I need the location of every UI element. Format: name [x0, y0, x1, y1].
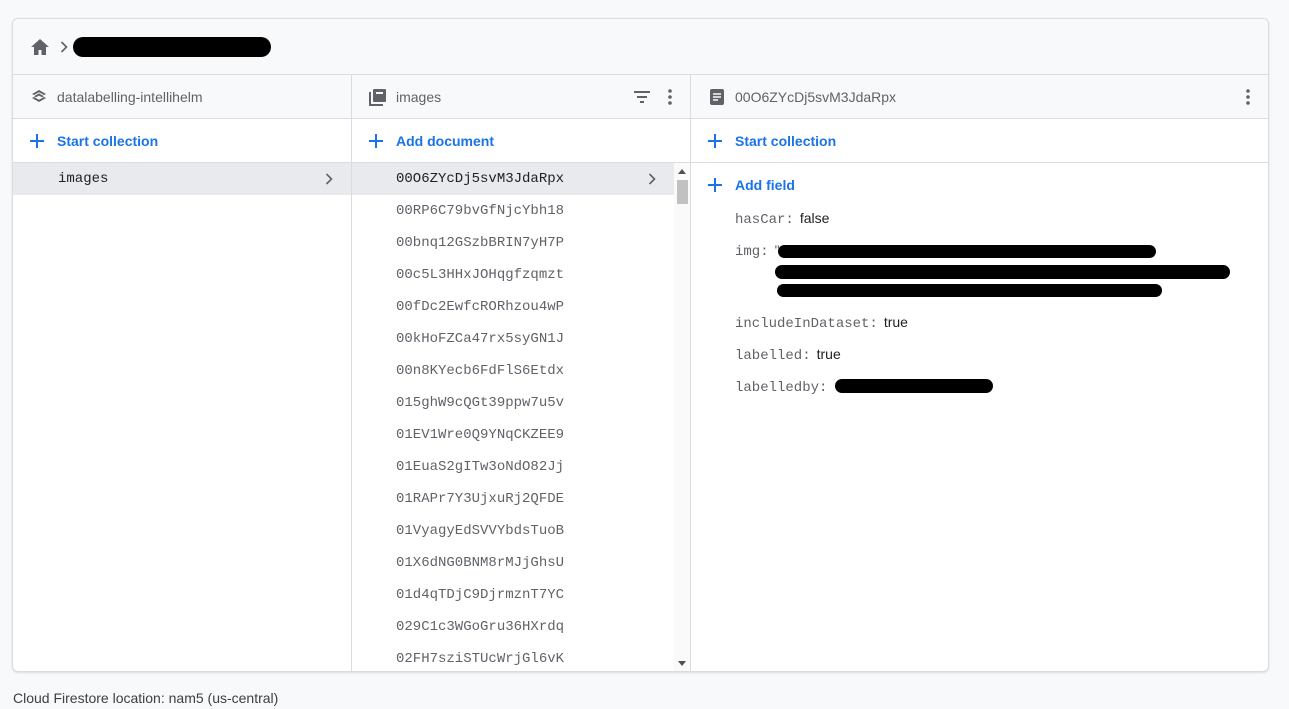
- field-key: labelledby:: [735, 380, 828, 396]
- chevron-right-icon: [57, 40, 71, 54]
- scrollbar-thumb[interactable]: [677, 180, 688, 204]
- root-column: datalabelling-intellihelm Start collecti…: [13, 75, 352, 671]
- redacted-value: [775, 265, 1230, 279]
- document-item[interactable]: 00kHoFZCa47rx5syGN1J: [352, 323, 674, 355]
- field-value: true: [816, 346, 841, 362]
- plus-icon: [28, 132, 46, 150]
- field-key: labelled:: [735, 348, 811, 364]
- chevron-right-icon: [321, 171, 337, 187]
- firestore-location: Cloud Firestore location: nam5 (us-centr…: [13, 690, 279, 706]
- document-id: 01VyagyEdSVVYbdsTuoB: [396, 523, 565, 539]
- document-list-scrollbar[interactable]: [674, 163, 690, 671]
- home-icon[interactable]: [29, 36, 51, 58]
- document-id: 01RAPr7Y3UjxuRj2QFDE: [396, 491, 565, 507]
- document-item[interactable]: 01d4qTDjC9DjrmznT7YC: [352, 579, 674, 611]
- redacted-value: [777, 284, 1162, 297]
- document-id: 00O6ZYcDj5svM3JdaRpx: [396, 171, 565, 187]
- field-key: img:: [735, 244, 769, 260]
- chevron-right-icon: [644, 171, 660, 187]
- collection-icon: [368, 87, 388, 107]
- field-key: includeInDataset:: [735, 316, 878, 332]
- document-id: 015ghW9cQGt39ppw7u5v: [396, 395, 565, 411]
- document-id: 00bnq12GSzbBRIN7yH7P: [396, 235, 565, 251]
- document-item[interactable]: 00O6ZYcDj5svM3JdaRpx: [352, 163, 674, 195]
- collection-item-images[interactable]: images: [13, 163, 351, 195]
- document-item[interactable]: 00c5L3HHxJOHqgfzqmzt: [352, 259, 674, 291]
- start-collection-label: Start collection: [735, 132, 837, 149]
- document-item[interactable]: 00RP6C79bvGfNjcYbh18: [352, 195, 674, 227]
- document-id: 01EuaS2gITw3oNdO82Jj: [396, 459, 565, 475]
- document-item[interactable]: 01EuaS2gITw3oNdO82Jj: [352, 451, 674, 483]
- plus-icon: [367, 132, 385, 150]
- document-id: 00fDc2EwfcRORhzou4wP: [396, 299, 565, 315]
- scroll-up-arrow-icon[interactable]: [677, 167, 687, 175]
- database-stack-icon: [29, 87, 49, 107]
- document-id: 00c5L3HHxJOHqgfzqmzt: [396, 267, 565, 283]
- document-id: 01d4qTDjC9DjrmznT7YC: [396, 587, 565, 603]
- document-id: 00RP6C79bvGfNjcYbh18: [396, 203, 565, 219]
- breadcrumb: [13, 19, 1268, 75]
- field-value: false: [799, 210, 830, 226]
- redacted-breadcrumb-segment[interactable]: [73, 36, 271, 57]
- document-list: 00O6ZYcDj5svM3JdaRpx 00RP6C79bvGfNjcYbh1…: [352, 163, 690, 671]
- add-document-button[interactable]: Add document: [352, 119, 690, 163]
- start-collection-label: Start collection: [57, 132, 159, 149]
- field-row[interactable]: img:": [691, 239, 1268, 311]
- document-item[interactable]: 01X6dNG0BNM8rMJjGhsU: [352, 547, 674, 579]
- firestore-panel: datalabelling-intellihelm Start collecti…: [12, 18, 1269, 672]
- collection-column: images Add document 00O6ZYcDj5svM3JdaRpx: [352, 75, 691, 671]
- document-id: 02FH7sziSTUcWrjGl6vK: [396, 651, 565, 667]
- document-id: 01EV1Wre0Q9YNqCKZEE9: [396, 427, 565, 443]
- project-title: datalabelling-intellihelm: [57, 88, 203, 105]
- document-title: 00O6ZYcDj5svM3JdaRpx: [735, 88, 897, 105]
- more-vert-icon[interactable]: [1236, 85, 1260, 109]
- add-document-label: Add document: [396, 132, 494, 149]
- document-item[interactable]: 01RAPr7Y3UjxuRj2QFDE: [352, 483, 674, 515]
- field-row[interactable]: labelled: true: [691, 343, 1268, 375]
- field-row[interactable]: includeInDataset: true: [691, 311, 1268, 343]
- document-id: 00n8KYecb6FdFlS6Etdx: [396, 363, 565, 379]
- document-id: 00kHoFZCa47rx5syGN1J: [396, 331, 565, 347]
- redacted-value: [835, 379, 993, 393]
- field-row[interactable]: hasCar: false: [691, 207, 1268, 239]
- document-item[interactable]: 01EV1Wre0Q9YNqCKZEE9: [352, 419, 674, 451]
- collection-column-header: images: [352, 75, 690, 119]
- document-item[interactable]: 00fDc2EwfcRORhzou4wP: [352, 291, 674, 323]
- root-column-header: datalabelling-intellihelm: [13, 75, 351, 119]
- add-field-label: Add field: [735, 177, 795, 193]
- document-item[interactable]: 01VyagyEdSVVYbdsTuoB: [352, 515, 674, 547]
- field-value: true: [883, 314, 908, 330]
- start-collection-button[interactable]: Start collection: [13, 119, 351, 163]
- field-row[interactable]: labelledby:: [691, 375, 1268, 407]
- field-key: hasCar:: [735, 212, 794, 228]
- document-column: 00O6ZYcDj5svM3JdaRpx Start collection Ad…: [691, 75, 1268, 671]
- plus-icon: [706, 176, 724, 194]
- scroll-down-arrow-icon[interactable]: [677, 659, 687, 667]
- more-vert-icon[interactable]: [658, 85, 682, 109]
- redacted-value: [778, 245, 1156, 258]
- collection-item-label: images: [58, 171, 109, 187]
- add-field-button[interactable]: Add field: [691, 163, 1268, 207]
- document-icon: [707, 87, 727, 107]
- document-item[interactable]: 029C1c3WGoGru36HXrdq: [352, 611, 674, 643]
- start-collection-button[interactable]: Start collection: [691, 119, 1268, 163]
- document-id: 029C1c3WGoGru36HXrdq: [396, 619, 565, 635]
- filter-icon[interactable]: [630, 85, 654, 109]
- document-item[interactable]: 00n8KYecb6FdFlS6Etdx: [352, 355, 674, 387]
- document-id: 01X6dNG0BNM8rMJjGhsU: [396, 555, 565, 571]
- document-item[interactable]: 02FH7sziSTUcWrjGl6vK: [352, 643, 674, 671]
- document-column-header: 00O6ZYcDj5svM3JdaRpx: [691, 75, 1268, 119]
- collection-title: images: [396, 88, 442, 105]
- document-item[interactable]: 015ghW9cQGt39ppw7u5v: [352, 387, 674, 419]
- plus-icon: [706, 132, 724, 150]
- document-item[interactable]: 00bnq12GSzbBRIN7yH7P: [352, 227, 674, 259]
